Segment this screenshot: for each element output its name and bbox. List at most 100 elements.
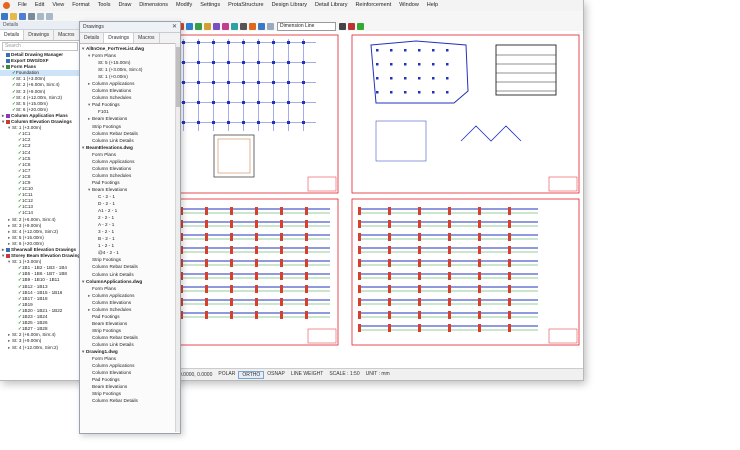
- menu-item-draw[interactable]: Draw: [114, 0, 135, 11]
- tree-item[interactable]: A - 2 - 1: [80, 221, 180, 228]
- new-icon[interactable]: [1, 12, 8, 20]
- menu-item-detail-library[interactable]: Detail Library: [311, 0, 351, 11]
- menu-item-design-library[interactable]: Design Library: [268, 0, 311, 11]
- tree-item[interactable]: Column Link Details: [80, 137, 180, 144]
- search-input[interactable]: Search: [2, 42, 78, 51]
- pan-tool-icon[interactable]: [267, 22, 274, 30]
- menu-item-format[interactable]: Format: [68, 0, 93, 11]
- tree-item[interactable]: A1 - 2 - 1: [80, 207, 180, 214]
- tree-item[interactable]: Beam Elevations: [80, 383, 180, 390]
- tree-item[interactable]: 2 - 2 - 1: [80, 214, 180, 221]
- tree-item[interactable]: ▾ Form Plans: [80, 52, 180, 59]
- tab-macros[interactable]: Macros: [134, 33, 160, 43]
- polyline-tool-icon[interactable]: [186, 22, 193, 30]
- hatch-tool-icon[interactable]: [213, 22, 220, 30]
- tree-item[interactable]: D - 2 - 1: [80, 200, 180, 207]
- circle-tool-icon[interactable]: [195, 22, 202, 30]
- tree-item[interactable]: F101: [80, 108, 180, 115]
- save-icon[interactable]: [19, 12, 26, 20]
- tab-drawings[interactable]: Drawings: [24, 30, 55, 40]
- tab-drawings[interactable]: Drawings: [104, 33, 135, 43]
- tab-macros[interactable]: Macros: [54, 30, 80, 40]
- tab-details[interactable]: Details: [80, 33, 105, 43]
- tree-item[interactable]: ▸ Beam Elevations: [80, 115, 180, 122]
- lineweight-icon[interactable]: [357, 22, 364, 30]
- menu-item-settings[interactable]: Settings: [196, 0, 224, 11]
- status-toggle-4[interactable]: SCALE : 1:50: [326, 371, 362, 379]
- scrollbar-thumb[interactable]: [176, 47, 180, 107]
- tree-item[interactable]: Column Applications: [80, 158, 180, 165]
- tree-item[interactable]: Strip Footings: [80, 327, 180, 334]
- drawings-panel-titlebar[interactable]: Drawings ✕: [80, 22, 180, 33]
- tree-item[interactable]: Column Elevations: [80, 369, 180, 376]
- tree-item[interactable]: Column Elevations: [80, 165, 180, 172]
- tree-item[interactable]: ▸ Column Schedules: [80, 306, 180, 313]
- menu-item-view[interactable]: View: [48, 0, 68, 11]
- drawings-panel[interactable]: Drawings ✕ Details Drawings Macros ▾ AllInO…: [79, 21, 181, 434]
- redo-icon[interactable]: [46, 12, 53, 20]
- measure-tool-icon[interactable]: [231, 22, 238, 30]
- menu-item-dimensions[interactable]: Dimensions: [135, 0, 172, 11]
- menu-item-protastructure[interactable]: ProtaStructure: [224, 0, 267, 11]
- tree-group[interactable]: ▾ ColumnApplications.dwg: [80, 278, 180, 285]
- snap-tool-icon[interactable]: [249, 22, 256, 30]
- linetype-icon[interactable]: [348, 22, 355, 30]
- tree-item[interactable]: 3 - 2 - 1: [80, 228, 180, 235]
- tree-item[interactable]: Pad Footings: [80, 179, 180, 186]
- tree-item[interactable]: Beam Elevations: [80, 320, 180, 327]
- cad-drawing[interactable]: [175, 31, 583, 368]
- tree-item[interactable]: Form Plans: [80, 355, 180, 362]
- tree-item[interactable]: Column Link Details: [80, 341, 180, 348]
- tree-group[interactable]: ▾ AllInOne_ForTreeList.dwg: [80, 45, 180, 52]
- tree-group[interactable]: ▾ BeamElevations.dwg: [80, 144, 180, 151]
- tree-item[interactable]: St: 1 (+0.00m): [80, 73, 180, 80]
- color-picker-icon[interactable]: [339, 22, 346, 30]
- tree-group[interactable]: ▾ Drawing1.dwg: [80, 348, 180, 355]
- tree-item[interactable]: ▾ Pad Footings: [80, 101, 180, 108]
- status-toggle-0[interactable]: POLAR: [215, 371, 238, 379]
- drawings-scrollbar[interactable]: [175, 43, 180, 432]
- menu-item-help[interactable]: Help: [423, 0, 442, 11]
- arc-tool-icon[interactable]: [204, 22, 211, 30]
- menu-item-edit[interactable]: Edit: [31, 0, 48, 11]
- tree-item[interactable]: Column Elevations: [80, 87, 180, 94]
- open-icon[interactable]: [10, 12, 17, 20]
- tree-item[interactable]: ▸ Column Applications: [80, 80, 180, 87]
- tree-item[interactable]: C - 2 - 1: [80, 193, 180, 200]
- tree-item[interactable]: Column Elevations: [80, 299, 180, 306]
- tree-item[interactable]: Column Rebar Details: [80, 397, 180, 404]
- status-toggle-1[interactable]: ORTHO: [238, 371, 265, 379]
- tree-item[interactable]: Form Plans: [80, 285, 180, 292]
- tree-item[interactable]: Column Rebar Details: [80, 130, 180, 137]
- tab-details[interactable]: Details: [0, 30, 25, 40]
- undo-icon[interactable]: [37, 12, 44, 20]
- layer-tool-icon[interactable]: [240, 22, 247, 30]
- status-toggle-3[interactable]: LINE WEIGHT: [288, 371, 327, 379]
- tree-item[interactable]: St: 5 (+15.00m): [80, 59, 180, 66]
- dimension-style-select[interactable]: Dimension Line: [277, 21, 336, 31]
- tree-item[interactable]: Column Applications: [80, 362, 180, 369]
- tree-item[interactable]: ▸ Column Applications: [80, 292, 180, 299]
- tree-item[interactable]: Column Rebar Details: [80, 334, 180, 341]
- tree-item[interactable]: Column Link Details: [80, 271, 180, 278]
- menu-item-window[interactable]: Window: [395, 0, 423, 11]
- tree-item[interactable]: Strip Footings: [80, 123, 180, 130]
- menu-item-reinforcement[interactable]: Reinforcement: [351, 0, 395, 11]
- tree-item[interactable]: 1 - 2 - 1: [80, 242, 180, 249]
- tree-item[interactable]: St: 1 (+3.00m, Sim:4): [80, 66, 180, 73]
- print-icon[interactable]: [28, 12, 35, 20]
- tree-item[interactable]: Pad Footings: [80, 313, 180, 320]
- menu-item-file[interactable]: File: [14, 0, 31, 11]
- close-icon[interactable]: ✕: [172, 22, 177, 32]
- tree-item[interactable]: Column Rebar Details: [80, 263, 180, 270]
- menu-item-modify[interactable]: Modify: [172, 0, 196, 11]
- tree-item[interactable]: Strip Footings: [80, 256, 180, 263]
- tree-item[interactable]: Pad Footings: [80, 376, 180, 383]
- tree-item[interactable]: ▾ Beam Elevations: [80, 186, 180, 193]
- tree-item[interactable]: Column Schedules: [80, 94, 180, 101]
- menu-item-tools[interactable]: Tools: [94, 0, 115, 11]
- zoom-tool-icon[interactable]: [258, 22, 265, 30]
- tree-item[interactable]: ▸ St: 4 (+12.00m, Sim:2): [0, 345, 80, 351]
- text-tool-icon[interactable]: [222, 22, 229, 30]
- drawing-canvas[interactable]: [175, 31, 583, 368]
